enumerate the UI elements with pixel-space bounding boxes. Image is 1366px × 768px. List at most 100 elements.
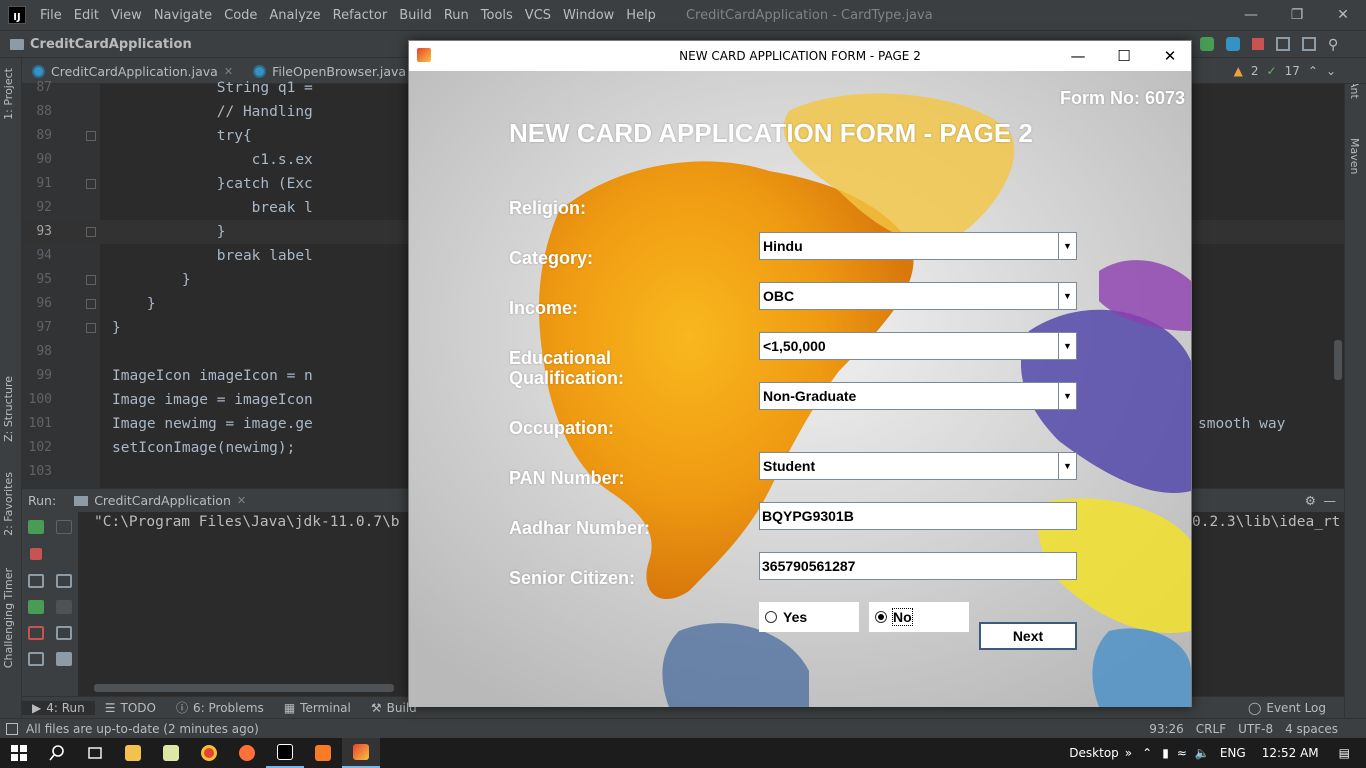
settings-gear-icon[interactable]: ⚙ xyxy=(1305,493,1316,508)
chevron-right-icon[interactable]: » xyxy=(1125,746,1132,760)
stop-icon[interactable] xyxy=(1252,38,1264,50)
category-dropdown[interactable]: OBC ▼ xyxy=(759,282,1077,310)
maximize-icon[interactable]: ☐ xyxy=(1101,41,1147,71)
search-icon[interactable]: ⚲ xyxy=(1328,37,1342,53)
status-toggle-icon[interactable] xyxy=(6,722,18,735)
clock[interactable]: 12:52 AM xyxy=(1262,746,1319,760)
camera-icon[interactable] xyxy=(28,574,44,588)
rerun-icon[interactable] xyxy=(28,520,44,534)
menu-build[interactable]: Build xyxy=(393,8,438,23)
chrome-icon[interactable] xyxy=(190,738,228,768)
task-view-icon[interactable] xyxy=(76,738,114,768)
menu-file[interactable]: File xyxy=(34,8,68,23)
editor-scrollbar[interactable] xyxy=(1334,340,1342,380)
minimize-icon[interactable]: — xyxy=(1055,41,1101,71)
chevron-down-icon[interactable]: ▼ xyxy=(1058,333,1076,359)
search-icon[interactable] xyxy=(38,738,76,768)
run-config-tab[interactable]: CreditCardApplication ✕ xyxy=(74,493,246,508)
battery-icon[interactable]: ▮ xyxy=(1162,746,1169,760)
stop-icon[interactable] xyxy=(30,548,42,560)
fold-marker-icon[interactable] xyxy=(86,275,96,285)
education-dropdown[interactable]: Non-Graduate ▼ xyxy=(759,382,1077,410)
debug-icon[interactable] xyxy=(28,600,44,614)
tool-problems[interactable]: ⓘ 6: Problems xyxy=(166,699,274,716)
chevron-down-icon[interactable]: ▼ xyxy=(1058,283,1076,309)
menu-code[interactable]: Code xyxy=(218,8,263,23)
senior-yes-radio[interactable]: Yes xyxy=(759,602,859,632)
layout-icon[interactable] xyxy=(28,652,44,666)
line-number: 89 xyxy=(36,128,52,143)
religion-dropdown[interactable]: Hindu ▼ xyxy=(759,232,1077,260)
next-button[interactable]: Next xyxy=(979,622,1077,650)
chevron-down-icon[interactable]: ▼ xyxy=(1058,383,1076,409)
restore-icon[interactable]: ❐ xyxy=(1274,0,1320,30)
close-icon[interactable]: ✕ xyxy=(1320,0,1366,30)
maven-tool-button[interactable]: Maven xyxy=(1348,138,1361,174)
senior-no-radio[interactable]: No xyxy=(869,602,969,632)
wifi-icon[interactable]: ≈ xyxy=(1177,746,1187,760)
coverage-icon[interactable] xyxy=(1226,37,1240,51)
minimize-icon[interactable]: — xyxy=(1228,0,1274,30)
menu-run[interactable]: Run xyxy=(438,8,475,23)
file-encoding[interactable]: UTF-8 xyxy=(1238,722,1273,736)
menu-analyze[interactable]: Analyze xyxy=(263,8,326,23)
trash-icon[interactable] xyxy=(56,652,72,666)
menu-vcs[interactable]: VCS xyxy=(519,8,557,23)
chevron-down-icon[interactable]: ▼ xyxy=(1058,233,1076,259)
line-separator[interactable]: CRLF xyxy=(1196,722,1226,736)
desktop-toolbar[interactable]: Desktop xyxy=(1069,746,1119,760)
fold-marker-icon[interactable] xyxy=(86,299,96,309)
caret-position[interactable]: 93:26 xyxy=(1149,722,1184,736)
menu-view[interactable]: View xyxy=(105,8,148,23)
notepad-icon[interactable] xyxy=(152,738,190,768)
input-language[interactable]: ENG xyxy=(1220,746,1246,760)
event-log-button[interactable]: ◯ Event Log xyxy=(1238,701,1336,715)
timer-tool-button[interactable]: Challenging Timer xyxy=(2,568,15,668)
console-scrollbar[interactable] xyxy=(94,684,394,692)
exit-icon[interactable] xyxy=(28,626,44,640)
print-icon[interactable] xyxy=(56,626,72,640)
fold-marker-icon[interactable] xyxy=(86,227,96,237)
close-icon[interactable]: ✕ xyxy=(1147,41,1193,71)
xampp-icon[interactable] xyxy=(304,738,342,768)
java-app-taskbar-icon[interactable] xyxy=(342,738,380,768)
menu-navigate[interactable]: Navigate xyxy=(148,8,218,23)
file-explorer-icon[interactable] xyxy=(114,738,152,768)
fold-marker-icon[interactable] xyxy=(86,179,96,189)
tool-run[interactable]: ▶ 4: Run xyxy=(22,700,95,715)
tool-terminal[interactable]: ▦ Terminal xyxy=(274,701,361,715)
income-dropdown[interactable]: <1,50,000 ▼ xyxy=(759,332,1077,360)
menu-tools[interactable]: Tools xyxy=(475,8,519,23)
indent-setting[interactable]: 4 spaces xyxy=(1285,722,1338,736)
menu-refactor[interactable]: Refactor xyxy=(327,8,394,23)
menu-edit[interactable]: Edit xyxy=(68,8,105,23)
project-structure-icon[interactable] xyxy=(1276,37,1290,51)
close-tab-icon[interactable]: ✕ xyxy=(237,494,246,507)
fold-marker-icon[interactable] xyxy=(86,131,96,141)
intellij-taskbar-icon[interactable] xyxy=(266,738,304,768)
occupation-dropdown[interactable]: Student ▼ xyxy=(759,452,1077,480)
scroll-up-icon[interactable] xyxy=(56,520,72,534)
aadhar-input[interactable]: 365790561287 xyxy=(759,552,1077,580)
chevron-down-icon[interactable]: ▼ xyxy=(1058,453,1076,479)
notifications-icon[interactable]: ▤ xyxy=(1339,746,1350,760)
fold-marker-icon[interactable] xyxy=(86,323,96,333)
windows-start-icon[interactable] xyxy=(0,738,38,768)
volume-icon[interactable]: 🔈 xyxy=(1195,746,1210,760)
pan-input[interactable]: BQYPG9301B xyxy=(759,502,1077,530)
layout-icon[interactable] xyxy=(1302,37,1316,51)
firefox-icon[interactable] xyxy=(228,738,266,768)
hide-panel-icon[interactable]: — xyxy=(1324,493,1337,508)
chevron-up-icon[interactable]: ⌃ xyxy=(1142,746,1152,760)
dialog-title-bar[interactable]: NEW CARD APPLICATION FORM - PAGE 2 — ☐ ✕ xyxy=(409,41,1191,71)
tool-todo[interactable]: ☰ TODO xyxy=(95,701,166,715)
soft-wrap-icon[interactable] xyxy=(56,574,72,588)
menu-help[interactable]: Help xyxy=(620,8,662,23)
project-tool-button[interactable]: 1: Project xyxy=(2,68,15,120)
debug-icon[interactable] xyxy=(1200,37,1214,51)
menu-window[interactable]: Window xyxy=(557,8,620,23)
favorites-tool-button[interactable]: 2: Favorites xyxy=(2,472,15,536)
breadcrumb[interactable]: CreditCardApplication xyxy=(10,37,192,52)
scroll-to-end-icon[interactable] xyxy=(56,600,72,614)
structure-tool-button[interactable]: Z: Structure xyxy=(2,376,15,442)
